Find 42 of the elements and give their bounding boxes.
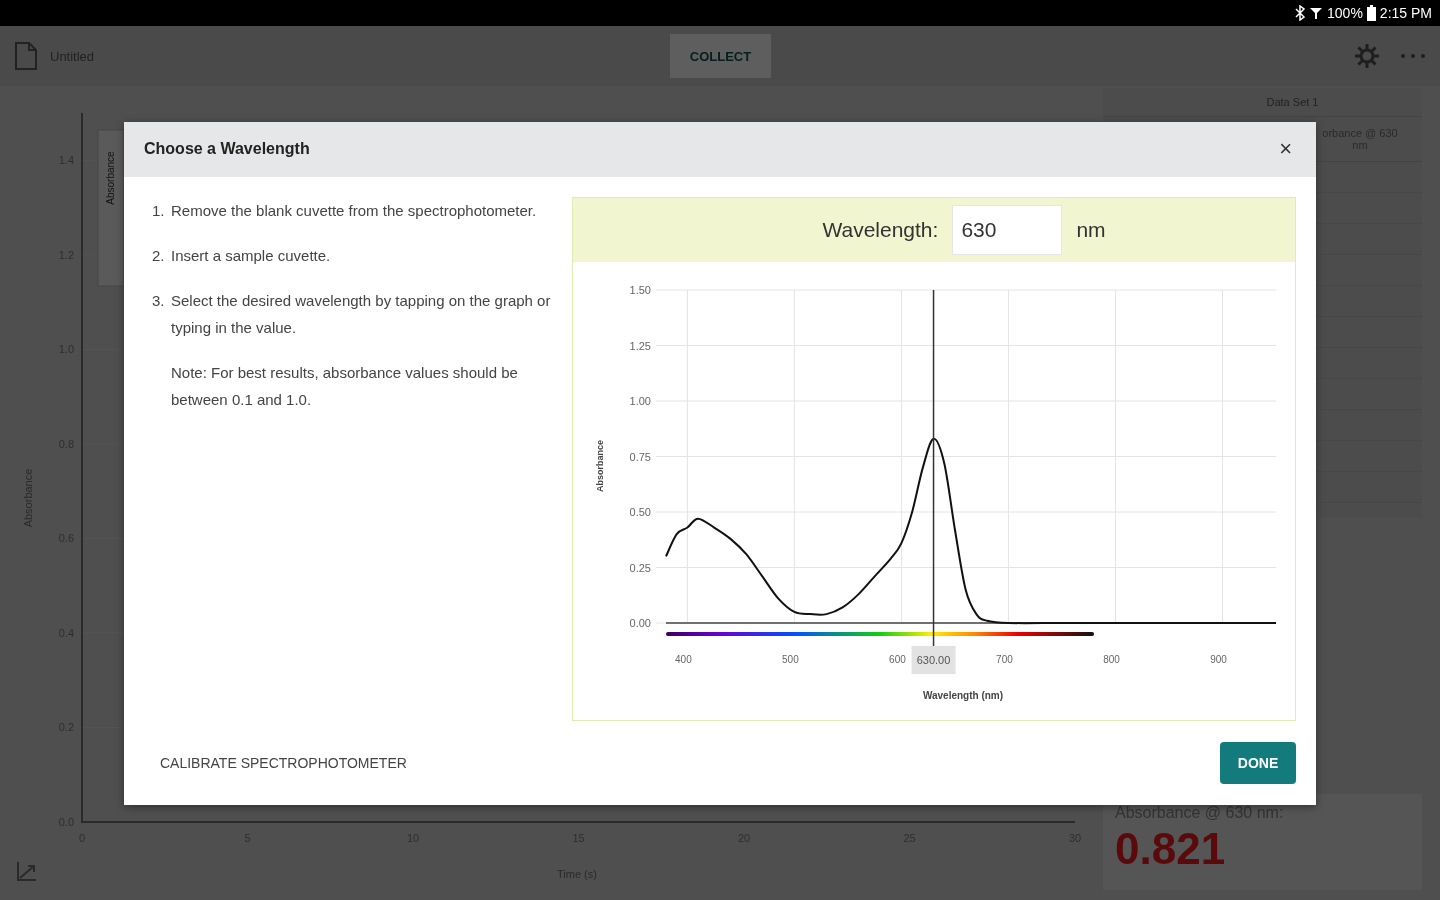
- step-number: 3.: [152, 290, 166, 311]
- axis-title: Absorbance: [595, 439, 605, 492]
- axis-tick-label: 1.00: [629, 394, 651, 407]
- document-icon[interactable]: [14, 42, 38, 70]
- axis-tick-label: 0.00: [629, 616, 651, 629]
- settings-icon[interactable]: [1354, 43, 1380, 69]
- axis-tick-label: 700: [996, 653, 1013, 665]
- step-number: 1.: [152, 200, 166, 221]
- instruction-step: Remove the blank cuvette from the spectrophotometer.: [171, 196, 537, 224]
- instruction-step: Insert a sample cuvette.: [171, 241, 331, 269]
- legend-label: Absorbance: [105, 151, 116, 205]
- axis-tick-label: 900: [1210, 653, 1227, 665]
- more-icon[interactable]: [1400, 53, 1426, 59]
- unit-label: nm: [1076, 217, 1106, 242]
- axis-tick-label: 800: [1103, 653, 1120, 665]
- wavelength-input[interactable]: 630: [952, 204, 1063, 255]
- dialog-title: Choose a Wavelength: [144, 140, 310, 159]
- axis-tick-label: 500: [782, 653, 799, 665]
- wavelength-cursor[interactable]: [932, 289, 935, 647]
- cursor-label: 630.00: [916, 653, 951, 666]
- close-button[interactable]: ×: [1275, 136, 1296, 163]
- axis-title: Wavelength (nm): [922, 689, 1004, 701]
- wavelength-label: Wavelength:: [822, 217, 939, 242]
- instruction-step: Select the desired wavelength by tapping on the graph or typing in the value.: [171, 286, 572, 341]
- calibrate-button[interactable]: CALIBRATE SPECTROPHOTOMETER: [154, 746, 413, 779]
- axis-tick-label: 600: [889, 653, 906, 665]
- step-number: 2.: [152, 245, 166, 266]
- axis-tick-label: 0.50: [629, 505, 651, 518]
- battery-icon: [1366, 5, 1376, 21]
- axis-tick-label: 400: [675, 653, 692, 665]
- axis-tick-label: 0.25: [629, 561, 651, 574]
- done-button[interactable]: DONE: [1220, 741, 1296, 784]
- clock: 2:15 PM: [1379, 5, 1432, 21]
- note-text: Note: For best results, absorbance values should be between 0.1 and 1.0.: [171, 362, 519, 410]
- axis-tick-label: 0.75: [629, 450, 651, 463]
- chart-tool-icon[interactable]: [17, 861, 37, 881]
- battery-percentage: 100%: [1327, 5, 1363, 21]
- cursor-label-background: [911, 645, 956, 674]
- axis-tick-label: 1.50: [629, 283, 651, 296]
- axis-tick-label: 1.25: [629, 339, 651, 352]
- bluetooth-icon: [1295, 5, 1306, 21]
- meter-value: 0.821: [1115, 824, 1227, 874]
